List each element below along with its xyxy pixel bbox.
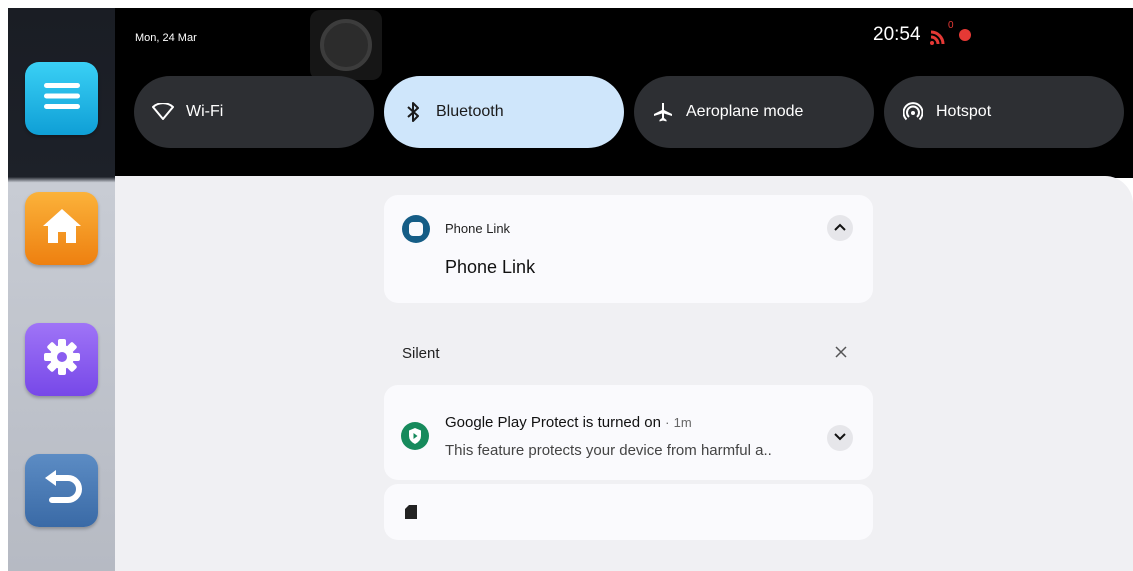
tile-wifi[interactable]: Wi-Fi <box>134 76 374 148</box>
play-protect-header: Google Play Protect is turned on · 1m <box>445 414 692 431</box>
floating-assist-button[interactable] <box>310 10 382 80</box>
hotspot-icon <box>902 101 924 123</box>
launcher-sidebar <box>8 8 115 571</box>
tile-hotspot-label: Hotspot <box>936 103 992 120</box>
tile-hotspot[interactable]: Hotspot <box>884 76 1124 148</box>
notification-play-protect[interactable]: Google Play Protect is turned on · 1m Th… <box>384 385 873 480</box>
phone-link-app-icon <box>402 215 430 248</box>
menu-icon <box>42 80 82 117</box>
close-icon <box>835 345 847 363</box>
back-app-button[interactable] <box>25 454 98 527</box>
collapse-button[interactable] <box>827 215 853 241</box>
chevron-up-icon <box>833 219 847 237</box>
silent-section-header: Silent <box>402 345 440 362</box>
wifi-icon <box>152 101 174 123</box>
notification-sd-card[interactable] <box>384 484 873 540</box>
sd-card-icon <box>405 505 417 524</box>
settings-icon <box>40 335 84 384</box>
play-protect-separator: · <box>665 415 670 430</box>
cast-icon: 0 <box>929 20 955 46</box>
cast-count: 0 <box>948 20 954 31</box>
play-protect-time: 1m <box>673 415 692 430</box>
recording-indicator-icon <box>959 29 971 41</box>
bluetooth-icon <box>402 101 424 123</box>
tile-aeroplane-label: Aeroplane mode <box>686 103 804 120</box>
menu-app-button[interactable] <box>25 62 98 135</box>
tile-wifi-label: Wi-Fi <box>186 103 224 120</box>
chevron-down-icon <box>833 429 847 447</box>
play-protect-icon <box>401 422 429 455</box>
status-date: Mon, 24 Mar <box>135 32 197 44</box>
status-time: 20:54 <box>873 24 921 45</box>
tile-bluetooth-label: Bluetooth <box>436 103 504 120</box>
play-protect-title: Google Play Protect is turned on <box>445 414 661 431</box>
phone-link-title: Phone Link <box>445 257 536 277</box>
home-icon <box>40 206 84 251</box>
tile-bluetooth[interactable]: Bluetooth <box>384 76 624 148</box>
expand-button[interactable] <box>827 425 853 451</box>
phone-link-app-name: Phone Link <box>445 221 511 236</box>
status-icons: 0 <box>929 20 971 46</box>
clear-silent-button[interactable] <box>832 345 850 363</box>
tile-aeroplane[interactable]: Aeroplane mode <box>634 76 874 148</box>
notification-phone-link[interactable]: Phone Link Phone Link <box>384 195 873 303</box>
play-protect-body: This feature protects your device from h… <box>445 442 772 459</box>
airplane-icon <box>652 101 674 123</box>
back-icon <box>40 468 84 513</box>
home-app-button[interactable] <box>25 192 98 265</box>
settings-app-button[interactable] <box>25 323 98 396</box>
